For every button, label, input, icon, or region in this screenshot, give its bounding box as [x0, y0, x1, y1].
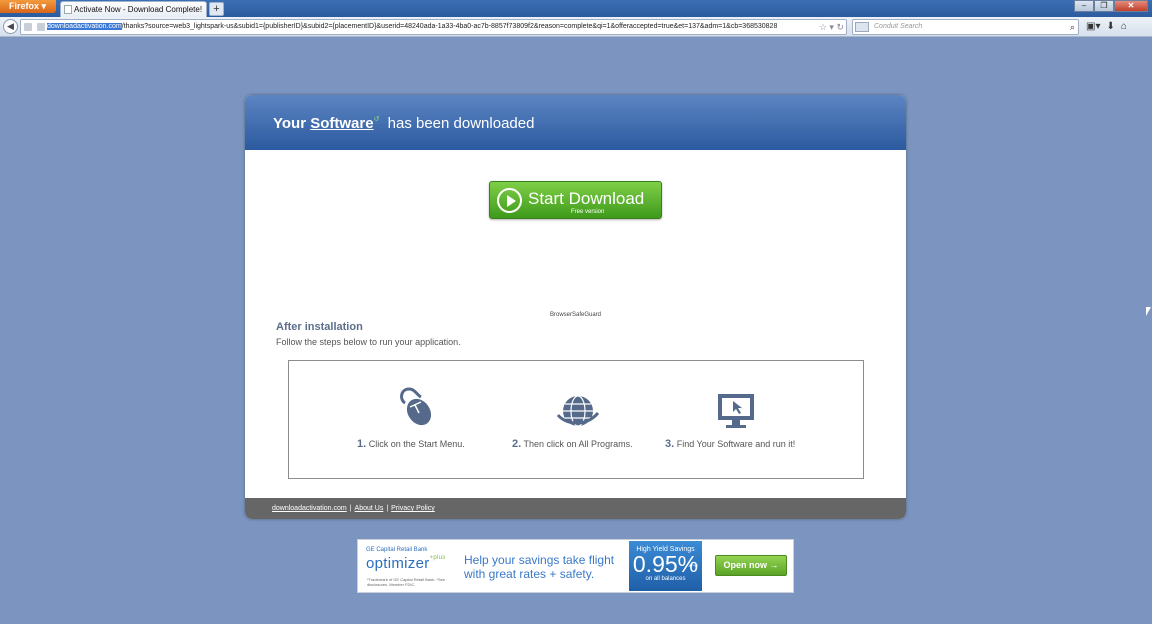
download-sublabel: Free version — [571, 209, 605, 215]
url-domain: downloadactivation.com — [47, 23, 122, 30]
ad-banner[interactable]: GE Capital Retail Bank optimizer+plus *T… — [357, 539, 794, 593]
ad-fine-print: *Trademark of GE Capital Retail Bank. *S… — [367, 577, 446, 587]
ad-open-now-button[interactable]: Open now → — [715, 555, 787, 576]
back-arrow-icon[interactable]: ◀ — [3, 19, 18, 34]
download-label: Start Download — [528, 189, 645, 208]
url-path: /thanks?source=web3_lightspark-us&subid1… — [121, 23, 778, 30]
new-tab-button[interactable]: + — [209, 2, 224, 16]
reload-icon[interactable]: ↻ — [836, 22, 844, 32]
software-link[interactable]: Software — [310, 115, 373, 132]
url-dropdown-icon[interactable]: ▾ — [829, 22, 834, 32]
footer-link-domain[interactable]: downloadactivation.com — [272, 505, 347, 512]
ad-bank-name: GE Capital Retail Bank — [366, 547, 428, 553]
bookmarks-icon[interactable] — [24, 23, 32, 31]
mouse-cursor-icon — [1146, 307, 1151, 316]
navigation-toolbar: ◀ downloadactivation.com/thanks?source=w… — [0, 17, 1152, 37]
ad-rate-box: High Yield Savings 0.95% APY* on all bal… — [629, 541, 702, 591]
step-1: 1. Click on the Start Menu. — [357, 361, 487, 478]
close-window-icon[interactable]: ✕ — [1114, 0, 1148, 12]
header-prefix: Your — [273, 115, 307, 132]
header-suffix: has been downloaded — [387, 115, 535, 132]
mouse-icon — [400, 387, 432, 426]
url-controls: ☆ ▾ ↻ — [819, 20, 844, 34]
globe-icon — [556, 395, 600, 427]
play-icon — [497, 188, 522, 213]
ad-apy: APY* — [688, 563, 698, 568]
footer-link-about[interactable]: About Us — [355, 505, 384, 512]
leaf-icon: ↺ — [373, 116, 380, 123]
step-1-text: 1. Click on the Start Menu. — [357, 438, 465, 450]
card-header: Your Software↺ has been downloaded — [245, 95, 906, 150]
downloads-icon[interactable]: ⬇ — [1106, 20, 1114, 33]
step-3: 3. Find Your Software and run it! — [665, 361, 815, 478]
monitor-icon — [718, 394, 754, 428]
footer-link-privacy[interactable]: Privacy Policy — [391, 505, 435, 512]
card-footer: downloadactivation.com | About Us | Privacy … — [245, 498, 906, 519]
page-favicon-icon — [64, 5, 72, 14]
search-input[interactable]: Conduit Search — [874, 23, 922, 30]
ad-headline: Help your savings take flight with great… — [464, 553, 615, 581]
search-engine-icon[interactable] — [855, 22, 869, 32]
home-icon[interactable]: ⌂ — [1121, 20, 1127, 33]
site-identity-icon[interactable] — [37, 23, 45, 31]
maximize-icon[interactable]: ❐ — [1094, 0, 1114, 12]
start-download-button[interactable]: Start Download Free version — [489, 181, 662, 219]
firefox-menu-button[interactable]: Firefox ▾ — [0, 0, 56, 13]
bookmark-star-icon[interactable]: ☆ — [819, 22, 827, 32]
step-3-text: 3. Find Your Software and run it! — [665, 438, 796, 450]
toolbar-icons: ▣▾ ⬇ ⌂ — [1086, 20, 1127, 33]
browser-titlebar: Firefox ▾ Activate Now - Download Comple… — [0, 0, 1152, 17]
step-2-text: 2. Then click on All Programs. — [512, 438, 633, 450]
ad-brand-logo: optimizer+plus — [366, 555, 446, 572]
bookmarks-menu-icon[interactable]: ▣▾ — [1086, 20, 1100, 33]
search-icon[interactable]: ⌕ — [1070, 20, 1075, 34]
product-name: BrowserSafeGuard — [549, 312, 602, 318]
step-2: 2. Then click on All Programs. — [512, 361, 652, 478]
after-install-title: After installation — [276, 321, 363, 333]
search-bar[interactable]: Conduit Search ⌕ — [852, 19, 1079, 35]
after-install-subtitle: Follow the steps below to run your appli… — [276, 337, 461, 347]
url-bar[interactable]: downloadactivation.com/thanks?source=web… — [20, 19, 847, 35]
minimize-icon[interactable]: – — [1074, 0, 1094, 12]
steps-box: 1. Click on the Start Menu. 2. Then clic… — [288, 360, 864, 479]
browser-tab[interactable]: Activate Now - Download Complete! — [60, 1, 207, 17]
window-controls: – ❐ ✕ — [1074, 0, 1148, 12]
tab-title: Activate Now - Download Complete! — [74, 5, 203, 14]
download-card: Your Software↺ has been downloaded Start… — [245, 95, 906, 519]
